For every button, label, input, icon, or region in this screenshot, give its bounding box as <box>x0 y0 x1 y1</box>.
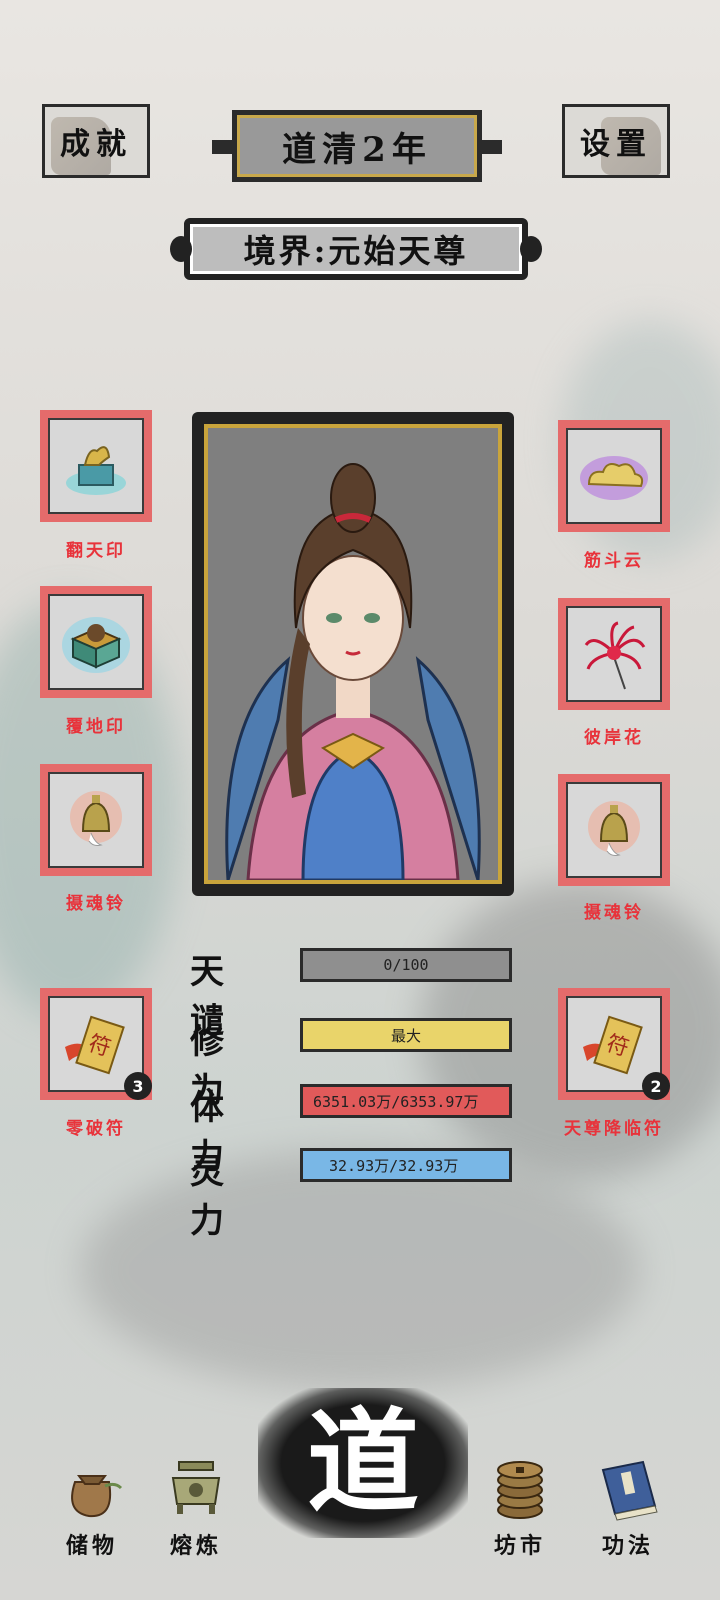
pouch-icon <box>57 1452 127 1522</box>
item-label: 彼岸花 <box>584 728 644 748</box>
talisman-icon: 符 <box>583 1015 643 1075</box>
seal-box-icon <box>66 446 126 495</box>
cauldron-icon <box>161 1452 231 1522</box>
item-slot-bianhua[interactable] <box>558 598 670 710</box>
character-illustration <box>208 428 498 880</box>
cloud-icon <box>580 456 648 500</box>
bell-icon <box>70 791 122 846</box>
lingli-value: 32.93万/32.93万 <box>329 1156 459 1175</box>
ink-wash <box>80 1150 640 1390</box>
dao-label: 道 <box>307 1397 419 1528</box>
nav-market[interactable]: 坊市 <box>470 1452 570 1560</box>
item-label: 零破符 <box>66 1119 126 1139</box>
character-portrait[interactable] <box>192 412 514 896</box>
portrait-canvas <box>204 424 502 884</box>
item-label: 天尊降临符 <box>564 1119 664 1139</box>
era-title: 道清2年 <box>232 110 482 182</box>
item-slot-shehunling-left[interactable] <box>40 764 152 876</box>
lingli-bar: 32.93万/32.93万 <box>300 1148 512 1182</box>
item-slot-jindouyun[interactable] <box>558 420 670 532</box>
realm-banner: 境界:元始天尊 <box>170 218 542 280</box>
item-count-badge: 2 <box>642 1072 670 1100</box>
xiuwei-bar: 最大 <box>300 1018 512 1052</box>
scroll-end-right <box>482 140 502 154</box>
item-count-badge: 3 <box>124 1072 152 1100</box>
nav-techniques-label: 功法 <box>601 1533 654 1559</box>
item-slot-shehunling-right[interactable] <box>558 774 670 886</box>
item-label: 翻天印 <box>66 541 126 561</box>
stat-label-lingli: 灵力 <box>190 1152 236 1241</box>
item-slot-fantianyin[interactable] <box>40 410 152 522</box>
item-label: 摄魂铃 <box>66 894 126 914</box>
book-icon <box>593 1452 663 1522</box>
item-label: 覆地印 <box>66 717 126 737</box>
item-slot-fudiyin[interactable] <box>40 586 152 698</box>
scroll-end-left <box>212 140 232 154</box>
achievements-button[interactable]: 成就 <box>42 104 150 178</box>
tianqian-bar: 0/100 <box>300 948 512 982</box>
achievements-label: 成就 <box>60 127 132 162</box>
item-slot-lingpofu[interactable]: 符 3 <box>40 988 152 1100</box>
tianqian-value: 0/100 <box>383 956 429 974</box>
spider-lily-icon <box>584 621 646 690</box>
nav-smelt[interactable]: 熔炼 <box>146 1452 246 1560</box>
tili-value: 6351.03万/6353.97万 <box>313 1092 479 1111</box>
bell-icon <box>588 801 640 856</box>
item-label: 筋斗云 <box>584 551 644 571</box>
tili-bar: 6351.03万/6353.97万 <box>300 1084 512 1118</box>
settings-button[interactable]: 设置 <box>562 104 670 178</box>
dao-main-button[interactable]: 道 <box>258 1388 468 1538</box>
item-label: 摄魂铃 <box>584 903 644 923</box>
nav-storage-label: 储物 <box>65 1533 118 1559</box>
nav-market-label: 坊市 <box>493 1533 546 1559</box>
earth-seal-icon <box>62 617 130 673</box>
item-slot-tianzunjianglinfu[interactable]: 符 2 <box>558 988 670 1100</box>
nav-techniques[interactable]: 功法 <box>578 1452 678 1560</box>
coins-icon <box>485 1452 555 1522</box>
xiuwei-value: 最大 <box>390 1026 421 1045</box>
nav-storage[interactable]: 储物 <box>42 1452 142 1560</box>
settings-label: 设置 <box>580 127 652 162</box>
talisman-icon: 符 <box>65 1015 125 1075</box>
nav-smelt-label: 熔炼 <box>169 1533 222 1559</box>
